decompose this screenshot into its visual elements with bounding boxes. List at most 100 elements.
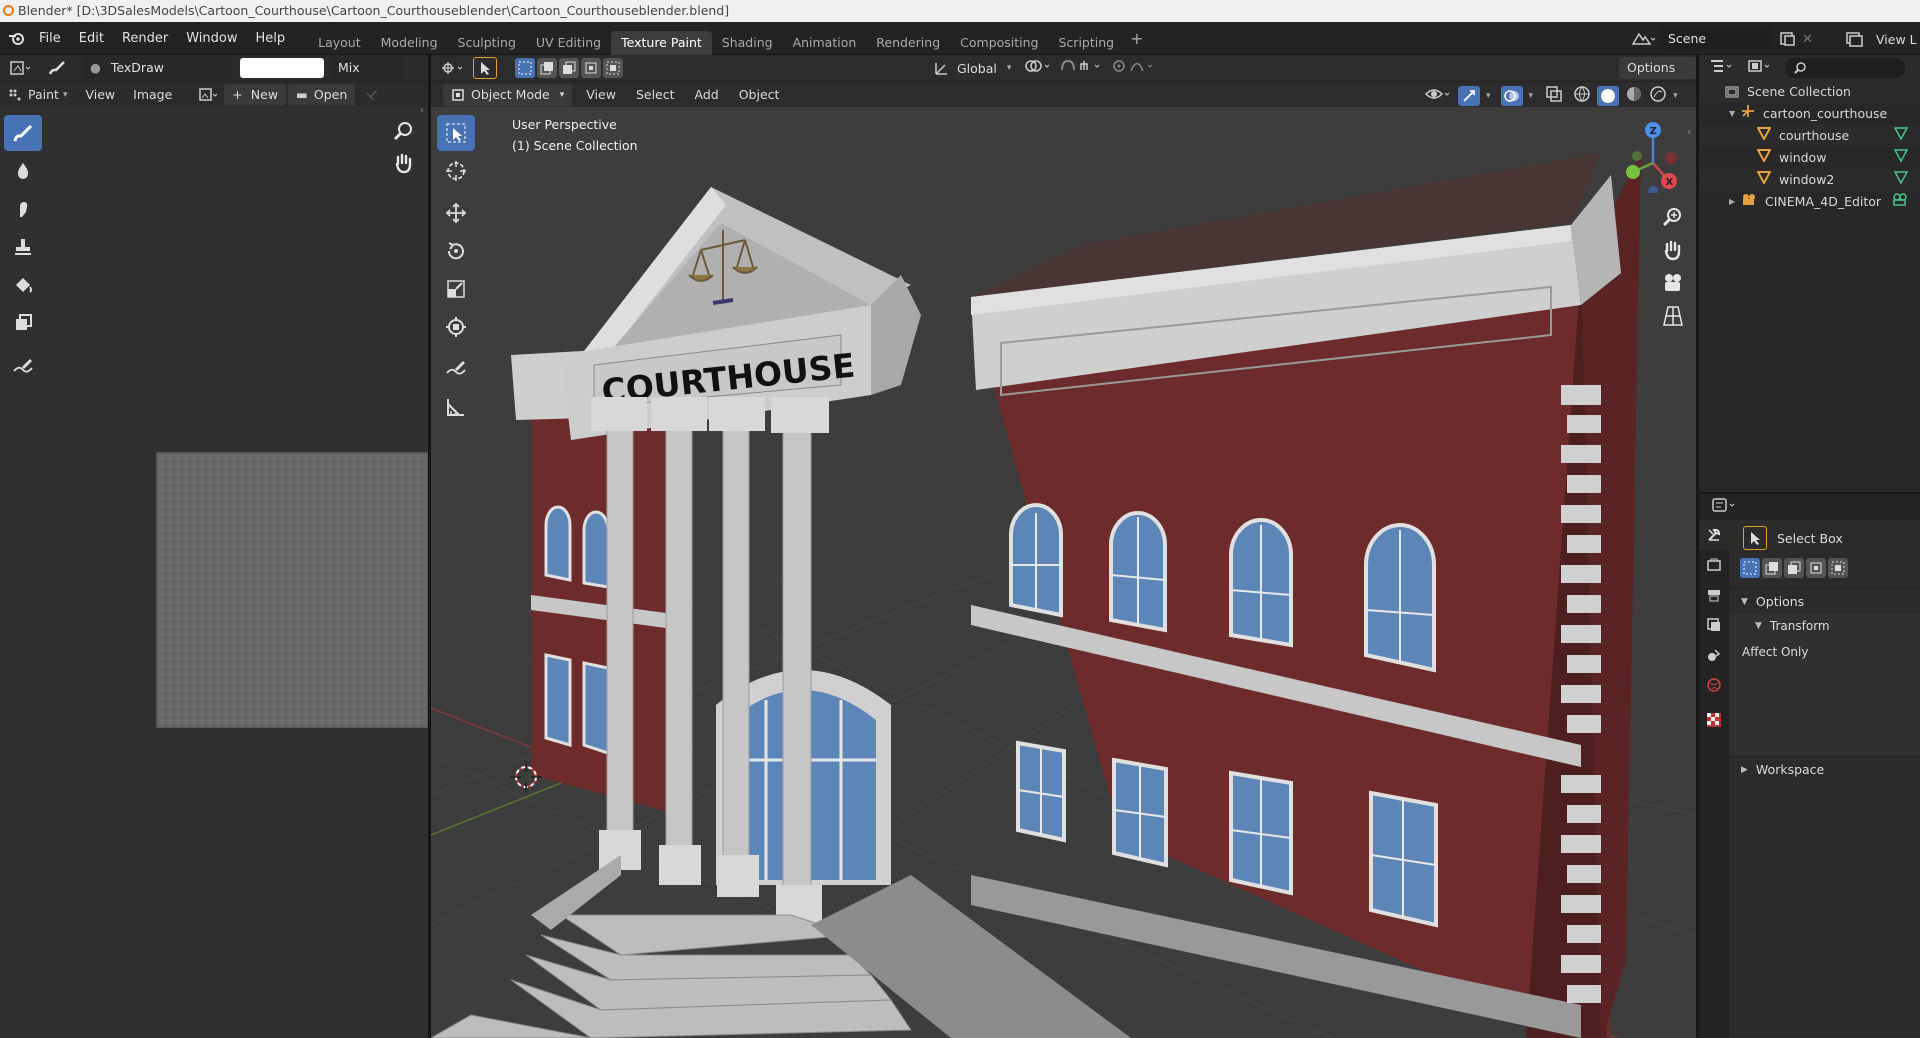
overlays-toggle-icon[interactable]: [1500, 86, 1523, 106]
select-extend-icon[interactable]: [537, 58, 557, 78]
image-menu-view[interactable]: View: [85, 87, 115, 102]
display-mode-icon[interactable]: [1747, 58, 1773, 78]
measure-tool-button[interactable]: [437, 389, 475, 425]
scene-tab-icon[interactable]: [1699, 640, 1729, 670]
cursor-tool-button[interactable]: [437, 153, 475, 189]
tab-uv-editing[interactable]: UV Editing: [526, 31, 611, 55]
tab-texture-paint[interactable]: Texture Paint: [611, 30, 712, 55]
menu-window[interactable]: Window: [177, 22, 246, 55]
pin-icon[interactable]: ⊥: [364, 85, 383, 104]
tool-tab-icon[interactable]: [1699, 520, 1729, 550]
annotate-tool-button[interactable]: [4, 349, 42, 385]
transform-orientation-dropdown[interactable]: Global ▾: [933, 60, 1011, 76]
expand-arrow-icon[interactable]: ▼: [1729, 103, 1741, 125]
properties-editor-type-icon[interactable]: [1711, 497, 1739, 517]
paint-mode-dropdown[interactable]: Paint ▾: [8, 87, 67, 102]
select-difference-icon[interactable]: [1806, 558, 1826, 578]
scene-name-field[interactable]: Scene: [1660, 28, 1772, 50]
add-workspace-icon[interactable]: +: [1130, 29, 1143, 48]
select-subtract-icon[interactable]: [1784, 558, 1804, 578]
viewport-pan-hand-icon[interactable]: [1661, 238, 1685, 266]
viewport-editor-type-icon[interactable]: [437, 56, 469, 80]
outliner-item[interactable]: ▼ cartoon_courthouse: [1699, 103, 1920, 125]
viewport-zoom-icon[interactable]: [1661, 205, 1685, 233]
outliner-root-row[interactable]: Scene Collection: [1699, 81, 1920, 103]
visibility-eye-icon[interactable]: [1424, 84, 1452, 108]
view-layer-name[interactable]: View L: [1876, 32, 1917, 47]
viewport-menu-view[interactable]: View: [586, 87, 616, 102]
material-shading-icon[interactable]: [1625, 85, 1643, 107]
annotate-tool-button[interactable]: [437, 351, 475, 387]
outliner-item[interactable]: courthouse: [1699, 125, 1920, 147]
chevron-down-icon[interactable]: ▾: [1486, 91, 1491, 101]
proportional-edit-icon[interactable]: [1111, 58, 1157, 78]
outliner-item[interactable]: window: [1699, 147, 1920, 169]
menu-edit[interactable]: Edit: [70, 22, 113, 55]
object-mode-dropdown[interactable]: Object Mode ▾: [443, 83, 573, 106]
texture-tab-icon[interactable]: [1699, 700, 1729, 740]
new-image-button[interactable]: + New: [224, 83, 287, 106]
workspace-panel-header[interactable]: ▶ Workspace: [1729, 756, 1920, 782]
navigation-gizmo[interactable]: X Z: [1616, 118, 1691, 196]
new-scene-icon[interactable]: [1778, 30, 1798, 48]
image-canvas[interactable]: [156, 452, 428, 728]
3d-viewport[interactable]: COURTHOUSE Global ▾ Options Object Mode …: [431, 55, 1696, 1038]
menu-render[interactable]: Render: [113, 22, 177, 55]
move-tool-button[interactable]: [437, 195, 475, 231]
open-image-button[interactable]: ▬ Open: [288, 83, 356, 106]
view-layer-tab-icon[interactable]: [1699, 610, 1729, 640]
image-browse-icon[interactable]: [196, 83, 222, 107]
tab-layout[interactable]: Layout: [308, 31, 371, 55]
clone-tool-button[interactable]: [4, 229, 42, 265]
pivot-point-icon[interactable]: [1023, 58, 1053, 78]
rendered-shading-icon[interactable]: [1649, 85, 1667, 107]
soften-tool-button[interactable]: [4, 153, 42, 189]
chevron-down-icon[interactable]: ▾: [1673, 91, 1678, 101]
gizmo-toggle-icon[interactable]: [1458, 86, 1480, 106]
brush-icon[interactable]: [44, 56, 70, 80]
options-panel-header[interactable]: ▼ Options: [1729, 588, 1920, 614]
select-intersect-icon[interactable]: [603, 58, 623, 78]
sidebar-toggle-icon[interactable]: ‹: [1687, 125, 1691, 138]
scale-tool-button[interactable]: [437, 271, 475, 307]
output-tab-icon[interactable]: [1699, 580, 1729, 610]
select-set-icon[interactable]: [1740, 558, 1760, 578]
editor-type-icon[interactable]: [6, 56, 36, 80]
tab-scripting[interactable]: Scripting: [1049, 31, 1125, 55]
smear-tool-button[interactable]: [4, 191, 42, 227]
view-layer-selector[interactable]: View L: [1844, 26, 1917, 52]
wireframe-shading-icon[interactable]: [1573, 85, 1591, 107]
solid-shading-icon[interactable]: [1597, 86, 1620, 106]
outliner-editor-type-icon[interactable]: [1709, 58, 1735, 78]
scene-selector[interactable]: Scene ✕: [1630, 26, 1813, 52]
select-subtract-icon[interactable]: [559, 58, 579, 78]
select-tool-active-icon[interactable]: [473, 57, 497, 79]
mesh-data-icon[interactable]: [1893, 147, 1909, 169]
delete-scene-icon[interactable]: ✕: [1802, 32, 1813, 47]
camera-view-icon[interactable]: [1661, 271, 1685, 299]
fill-tool-button[interactable]: [4, 267, 42, 303]
tab-animation[interactable]: Animation: [783, 31, 867, 55]
transform-subpanel-header[interactable]: ▼ Transform: [1729, 614, 1920, 638]
render-tab-icon[interactable]: [1699, 550, 1729, 580]
tab-shading[interactable]: Shading: [712, 31, 783, 55]
xray-toggle-icon[interactable]: [1545, 85, 1563, 107]
perspective-toggle-icon[interactable]: [1661, 304, 1685, 332]
draw-tool-button[interactable]: [4, 115, 42, 151]
sidebar-toggle-icon[interactable]: ‹: [420, 105, 424, 116]
mesh-data-icon[interactable]: [1893, 125, 1909, 147]
select-extend-icon[interactable]: [1762, 558, 1782, 578]
viewport-menu-select[interactable]: Select: [636, 87, 675, 102]
tab-sculpting[interactable]: Sculpting: [448, 31, 526, 55]
image-menu-image[interactable]: Image: [133, 87, 172, 102]
tab-modeling[interactable]: Modeling: [371, 31, 448, 55]
mask-tool-button[interactable]: [4, 305, 42, 341]
tab-compositing[interactable]: Compositing: [950, 31, 1048, 55]
rotate-tool-button[interactable]: [437, 233, 475, 269]
select-box-tool-icon[interactable]: [1743, 526, 1767, 550]
viewport-menu-add[interactable]: Add: [695, 87, 719, 102]
brush-color-swatch[interactable]: [240, 58, 324, 78]
pan-hand-icon[interactable]: [392, 151, 416, 179]
viewport-menu-object[interactable]: Object: [739, 87, 780, 102]
select-box-tool-button[interactable]: [437, 115, 475, 151]
